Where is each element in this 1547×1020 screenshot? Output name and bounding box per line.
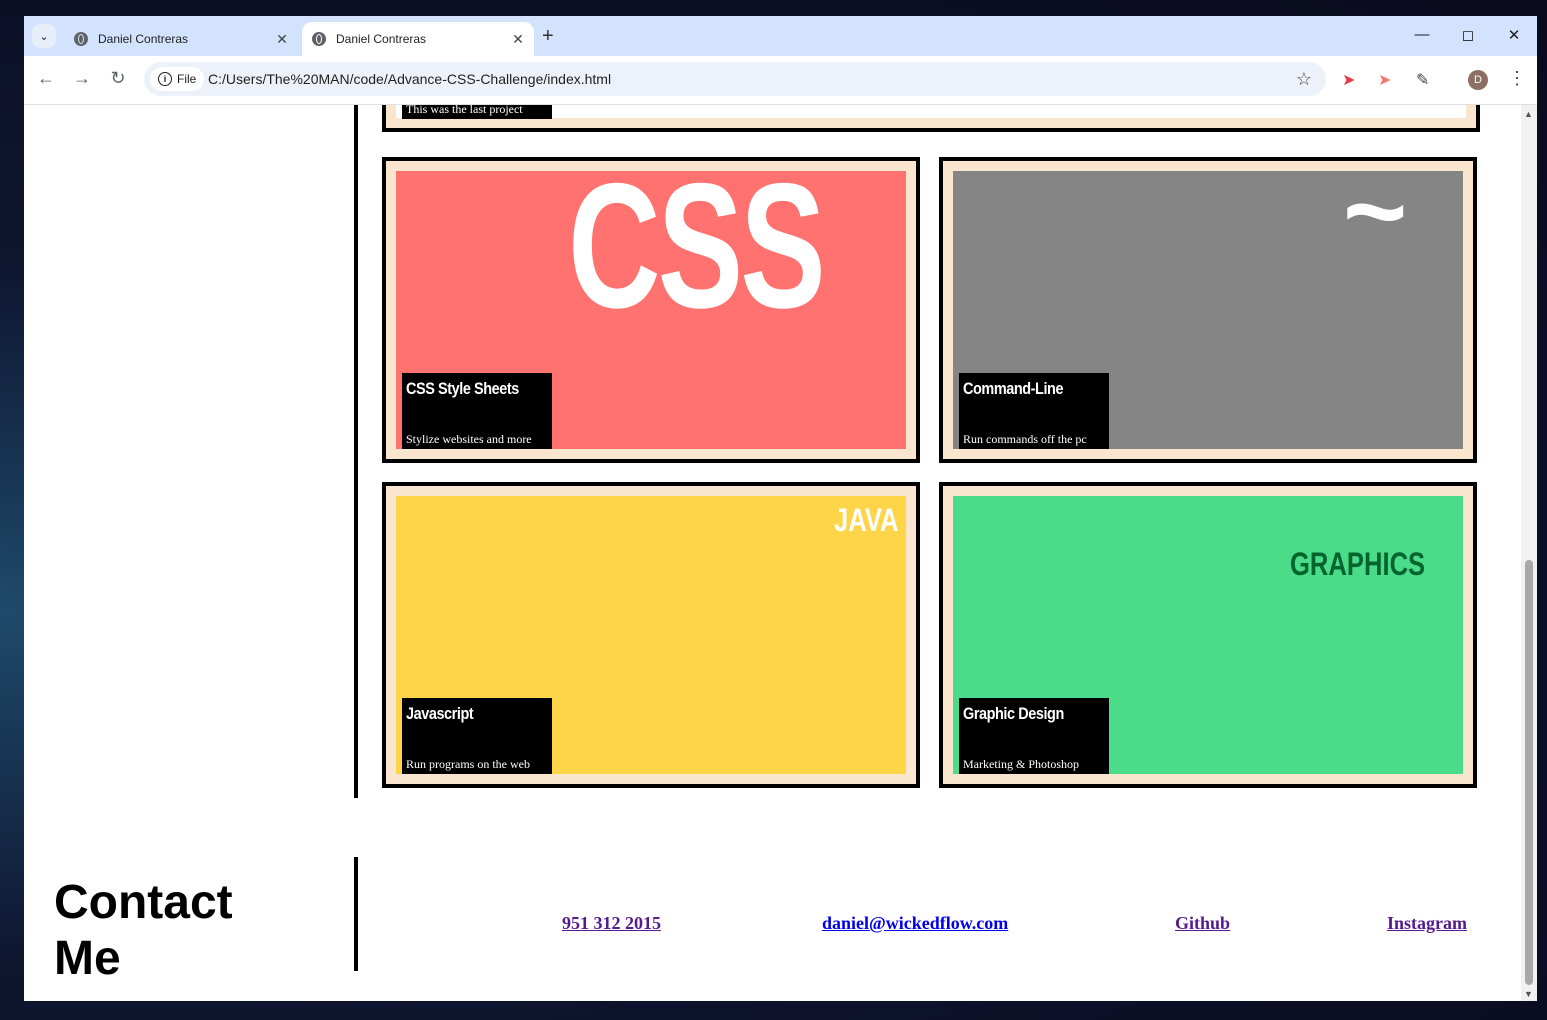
browser-window: ⌄ Daniel Contreras ✕ Daniel Contreras ✕ … xyxy=(24,16,1537,1001)
forward-icon[interactable]: → xyxy=(70,68,94,89)
tab-search-button[interactable]: ⌄ xyxy=(32,24,56,48)
back-icon[interactable]: ← xyxy=(34,68,58,89)
page-scrollbar[interactable]: ▲ ▼ xyxy=(1521,105,1537,1001)
email-link[interactable]: daniel@wickedflow.com xyxy=(822,913,1008,934)
card-big-text: CSS xyxy=(568,171,826,345)
close-tab-icon[interactable]: ✕ xyxy=(272,31,292,48)
contact-divider-line xyxy=(354,857,358,971)
phone-link[interactable]: 951 312 2015 xyxy=(562,913,661,934)
card-caption: CSS Style Sheets Stylize websites and mo… xyxy=(402,373,552,449)
tab-strip: ⌄ Daniel Contreras ✕ Daniel Contreras ✕ … xyxy=(24,16,1537,56)
globe-icon xyxy=(312,32,326,46)
tab-title: Daniel Contreras xyxy=(98,32,189,46)
minimize-icon[interactable]: — xyxy=(1407,26,1437,43)
card-subtitle: Marketing & Photoshop xyxy=(963,757,1079,771)
contact-heading-line1: Contact xyxy=(54,876,233,929)
page-viewport: This was the last project CSS CSS Style … xyxy=(24,105,1537,1001)
card-big-text: GRAPHICS xyxy=(1290,546,1426,582)
card-caption: Javascript Run programs on the web xyxy=(402,698,552,774)
project-caption: This was the last project xyxy=(402,105,552,119)
profile-avatar[interactable]: D xyxy=(1468,70,1488,90)
card-caption: Graphic Design Marketing & Photoshop xyxy=(959,698,1109,774)
card-title: Graphic Design xyxy=(963,704,1064,723)
tab-2[interactable]: Daniel Contreras ✕ xyxy=(302,22,534,56)
tab-1[interactable]: Daniel Contreras ✕ xyxy=(64,22,298,56)
project-card-previous: This was the last project xyxy=(382,105,1480,132)
section-divider-line xyxy=(354,105,358,798)
card-caption: Command-Line Run commands off the pc xyxy=(959,373,1109,449)
globe-icon xyxy=(74,32,88,46)
site-info-chip[interactable]: i File xyxy=(150,67,205,91)
card-title: Javascript xyxy=(406,704,474,723)
url-text[interactable]: C:/Users/The%20MAN/code/Advance-CSS-Chal… xyxy=(208,71,611,87)
card-subtitle: Run commands off the pc xyxy=(963,432,1087,446)
scrollbar-thumb[interactable] xyxy=(1525,560,1533,985)
project-card-command-line[interactable]: ~ Command-Line Run commands off the pc xyxy=(939,157,1477,463)
project-caption-text: This was the last project xyxy=(406,105,523,116)
card-image: CSS CSS Style Sheets Stylize websites an… xyxy=(396,171,906,449)
puzzle-extensions-icon[interactable]: ✎ xyxy=(1416,70,1429,90)
project-card-javascript[interactable]: JAVA Javascript Run programs on the web xyxy=(382,482,920,788)
github-link[interactable]: Github xyxy=(1175,913,1230,934)
bookmark-star-icon[interactable]: ☆ xyxy=(1296,69,1312,90)
contact-heading: Contact Me xyxy=(54,875,233,987)
chevron-down-icon: ⌄ xyxy=(39,30,49,43)
info-icon: i xyxy=(158,72,172,86)
more-menu-icon[interactable]: ⋮ xyxy=(1508,68,1526,89)
close-window-icon[interactable]: ✕ xyxy=(1499,26,1529,44)
browser-toolbar: ← → ↻ i File C:/Users/The%20MAN/code/Adv… xyxy=(24,56,1537,105)
card-image: JAVA Javascript Run programs on the web xyxy=(396,496,906,774)
instagram-link[interactable]: Instagram xyxy=(1387,913,1467,934)
card-image: GRAPHICS Graphic Design Marketing & Phot… xyxy=(953,496,1463,774)
card-image: ~ Command-Line Run commands off the pc xyxy=(953,171,1463,449)
card-big-text: ~ xyxy=(1343,171,1408,273)
extension-icon[interactable]: ➤ xyxy=(1378,70,1391,90)
megaphone-extension-icon[interactable]: ➤ xyxy=(1342,70,1355,90)
card-big-text: JAVA xyxy=(834,502,899,538)
reload-icon[interactable]: ↻ xyxy=(106,68,130,89)
card-subtitle: Run programs on the web xyxy=(406,757,530,771)
maximize-icon[interactable]: ◻ xyxy=(1453,26,1483,44)
project-card-css[interactable]: CSS CSS Style Sheets Stylize websites an… xyxy=(382,157,920,463)
scroll-up-icon[interactable]: ▲ xyxy=(1524,109,1533,119)
project-card-graphic-design[interactable]: GRAPHICS Graphic Design Marketing & Phot… xyxy=(939,482,1477,788)
card-title: Command-Line xyxy=(963,379,1064,398)
site-info-label: File xyxy=(177,72,197,86)
new-tab-icon[interactable]: + xyxy=(542,26,554,46)
close-tab-icon[interactable]: ✕ xyxy=(508,31,528,48)
card-title: CSS Style Sheets xyxy=(406,379,519,398)
card-subtitle: Stylize websites and more xyxy=(406,432,532,446)
tab-title: Daniel Contreras xyxy=(336,32,427,46)
address-bar[interactable]: i File C:/Users/The%20MAN/code/Advance-C… xyxy=(144,62,1326,96)
contact-heading-line2: Me xyxy=(54,932,121,985)
scroll-down-icon[interactable]: ▼ xyxy=(1524,989,1533,999)
